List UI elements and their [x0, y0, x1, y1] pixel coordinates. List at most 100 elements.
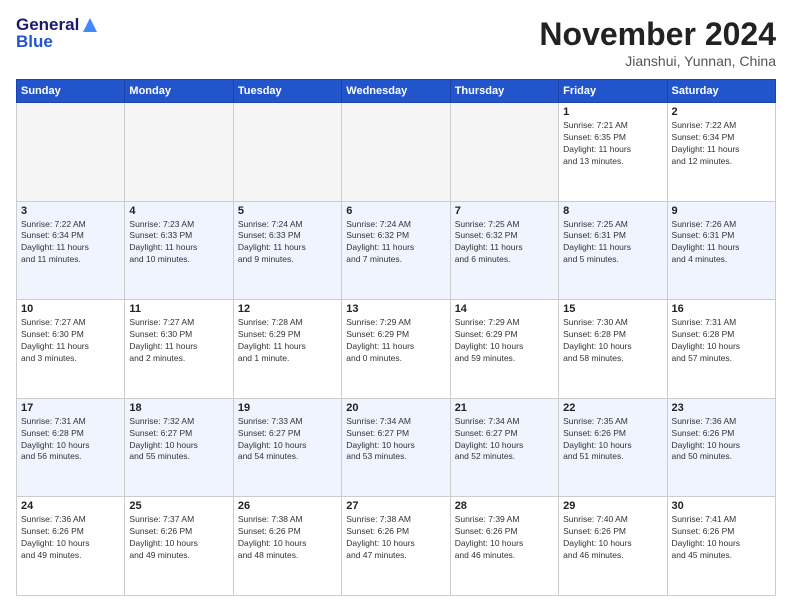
weekday-header: Tuesday	[233, 80, 341, 103]
day-number: 11	[129, 303, 228, 315]
weekday-header: Monday	[125, 80, 233, 103]
calendar-cell: 5 Sunrise: 7:24 AM Sunset: 6:33 PM Daylig…	[233, 201, 341, 300]
day-number: 14	[455, 303, 554, 315]
weekday-header: Friday	[559, 80, 667, 103]
calendar-cell	[450, 103, 558, 202]
calendar-cell: 14 Sunrise: 7:29 AM Sunset: 6:29 PM Dayli…	[450, 300, 558, 399]
calendar-cell: 29 Sunrise: 7:40 AM Sunset: 6:26 PM Dayli…	[559, 497, 667, 596]
day-info: Sunrise: 7:22 AM Sunset: 6:34 PM Dayligh…	[672, 120, 771, 168]
day-number: 17	[21, 402, 120, 414]
day-number: 21	[455, 402, 554, 414]
logo-icon	[81, 16, 99, 34]
calendar-cell: 28 Sunrise: 7:39 AM Sunset: 6:26 PM Dayli…	[450, 497, 558, 596]
day-info: Sunrise: 7:36 AM Sunset: 6:26 PM Dayligh…	[672, 416, 771, 464]
day-info: Sunrise: 7:25 AM Sunset: 6:31 PM Dayligh…	[563, 219, 662, 267]
day-info: Sunrise: 7:41 AM Sunset: 6:26 PM Dayligh…	[672, 514, 771, 562]
day-info: Sunrise: 7:40 AM Sunset: 6:26 PM Dayligh…	[563, 514, 662, 562]
title-block: November 2024 Jianshui, Yunnan, China	[539, 16, 776, 69]
day-number: 16	[672, 303, 771, 315]
calendar-week-row: 10 Sunrise: 7:27 AM Sunset: 6:30 PM Dayli…	[17, 300, 776, 399]
day-number: 15	[563, 303, 662, 315]
weekday-header: Thursday	[450, 80, 558, 103]
day-number: 18	[129, 402, 228, 414]
day-info: Sunrise: 7:21 AM Sunset: 6:35 PM Dayligh…	[563, 120, 662, 168]
calendar-cell: 6 Sunrise: 7:24 AM Sunset: 6:32 PM Daylig…	[342, 201, 450, 300]
calendar-cell	[125, 103, 233, 202]
calendar-week-row: 1 Sunrise: 7:21 AM Sunset: 6:35 PM Daylig…	[17, 103, 776, 202]
day-number: 19	[238, 402, 337, 414]
day-number: 29	[563, 500, 662, 512]
day-number: 8	[563, 205, 662, 217]
day-info: Sunrise: 7:23 AM Sunset: 6:33 PM Dayligh…	[129, 219, 228, 267]
day-number: 1	[563, 106, 662, 118]
day-number: 2	[672, 106, 771, 118]
day-info: Sunrise: 7:27 AM Sunset: 6:30 PM Dayligh…	[129, 317, 228, 365]
calendar-cell: 15 Sunrise: 7:30 AM Sunset: 6:28 PM Dayli…	[559, 300, 667, 399]
day-number: 27	[346, 500, 445, 512]
weekday-header: Sunday	[17, 80, 125, 103]
day-info: Sunrise: 7:22 AM Sunset: 6:34 PM Dayligh…	[21, 219, 120, 267]
calendar-week-row: 17 Sunrise: 7:31 AM Sunset: 6:28 PM Dayli…	[17, 398, 776, 497]
day-number: 6	[346, 205, 445, 217]
calendar-cell: 16 Sunrise: 7:31 AM Sunset: 6:28 PM Dayli…	[667, 300, 775, 399]
day-number: 7	[455, 205, 554, 217]
day-number: 22	[563, 402, 662, 414]
day-number: 25	[129, 500, 228, 512]
day-info: Sunrise: 7:27 AM Sunset: 6:30 PM Dayligh…	[21, 317, 120, 365]
day-info: Sunrise: 7:37 AM Sunset: 6:26 PM Dayligh…	[129, 514, 228, 562]
calendar-cell: 9 Sunrise: 7:26 AM Sunset: 6:31 PM Daylig…	[667, 201, 775, 300]
calendar-cell: 23 Sunrise: 7:36 AM Sunset: 6:26 PM Dayli…	[667, 398, 775, 497]
day-number: 30	[672, 500, 771, 512]
calendar-cell: 8 Sunrise: 7:25 AM Sunset: 6:31 PM Daylig…	[559, 201, 667, 300]
day-number: 20	[346, 402, 445, 414]
calendar-cell: 11 Sunrise: 7:27 AM Sunset: 6:30 PM Dayli…	[125, 300, 233, 399]
calendar-cell: 24Sunrise: 7:36 AM Sunset: 6:26 PM Dayli…	[17, 497, 125, 596]
day-number: 10	[21, 303, 120, 315]
day-info: Sunrise: 7:38 AM Sunset: 6:26 PM Dayligh…	[238, 514, 337, 562]
day-info: Sunrise: 7:28 AM Sunset: 6:29 PM Dayligh…	[238, 317, 337, 365]
calendar-cell: 17 Sunrise: 7:31 AM Sunset: 6:28 PM Dayli…	[17, 398, 125, 497]
day-info: Sunrise: 7:24 AM Sunset: 6:33 PM Dayligh…	[238, 219, 337, 267]
calendar-cell: 4Sunrise: 7:23 AM Sunset: 6:33 PM Daylig…	[125, 201, 233, 300]
day-info: Sunrise: 7:29 AM Sunset: 6:29 PM Dayligh…	[455, 317, 554, 365]
day-info: Sunrise: 7:30 AM Sunset: 6:28 PM Dayligh…	[563, 317, 662, 365]
page: General Blue November 2024 Jianshui, Yun…	[0, 0, 792, 612]
calendar-cell: 25 Sunrise: 7:37 AM Sunset: 6:26 PM Dayli…	[125, 497, 233, 596]
calendar-week-row: 24Sunrise: 7:36 AM Sunset: 6:26 PM Dayli…	[17, 497, 776, 596]
weekday-header: Saturday	[667, 80, 775, 103]
calendar-header-row: SundayMondayTuesdayWednesdayThursdayFrid…	[17, 80, 776, 103]
day-info: Sunrise: 7:24 AM Sunset: 6:32 PM Dayligh…	[346, 219, 445, 267]
day-info: Sunrise: 7:39 AM Sunset: 6:26 PM Dayligh…	[455, 514, 554, 562]
calendar-cell: 3Sunrise: 7:22 AM Sunset: 6:34 PM Daylig…	[17, 201, 125, 300]
calendar-cell	[233, 103, 341, 202]
calendar-cell: 20 Sunrise: 7:34 AM Sunset: 6:27 PM Dayli…	[342, 398, 450, 497]
day-info: Sunrise: 7:31 AM Sunset: 6:28 PM Dayligh…	[672, 317, 771, 365]
day-number: 5	[238, 205, 337, 217]
calendar-cell: 2 Sunrise: 7:22 AM Sunset: 6:34 PM Daylig…	[667, 103, 775, 202]
day-info: Sunrise: 7:34 AM Sunset: 6:27 PM Dayligh…	[346, 416, 445, 464]
calendar-cell: 30 Sunrise: 7:41 AM Sunset: 6:26 PM Dayli…	[667, 497, 775, 596]
location: Jianshui, Yunnan, China	[539, 53, 776, 69]
day-number: 23	[672, 402, 771, 414]
logo-blue: Blue	[16, 33, 99, 52]
calendar-cell: 27Sunrise: 7:38 AM Sunset: 6:26 PM Dayli…	[342, 497, 450, 596]
calendar-cell: 18Sunrise: 7:32 AM Sunset: 6:27 PM Dayli…	[125, 398, 233, 497]
day-number: 24	[21, 500, 120, 512]
day-number: 9	[672, 205, 771, 217]
day-info: Sunrise: 7:31 AM Sunset: 6:28 PM Dayligh…	[21, 416, 120, 464]
weekday-header: Wednesday	[342, 80, 450, 103]
day-info: Sunrise: 7:26 AM Sunset: 6:31 PM Dayligh…	[672, 219, 771, 267]
calendar-cell: 13Sunrise: 7:29 AM Sunset: 6:29 PM Dayli…	[342, 300, 450, 399]
day-number: 12	[238, 303, 337, 315]
calendar-cell	[342, 103, 450, 202]
day-number: 28	[455, 500, 554, 512]
day-info: Sunrise: 7:35 AM Sunset: 6:26 PM Dayligh…	[563, 416, 662, 464]
calendar-cell: 21Sunrise: 7:34 AM Sunset: 6:27 PM Dayli…	[450, 398, 558, 497]
calendar-cell: 10 Sunrise: 7:27 AM Sunset: 6:30 PM Dayli…	[17, 300, 125, 399]
day-info: Sunrise: 7:33 AM Sunset: 6:27 PM Dayligh…	[238, 416, 337, 464]
calendar-week-row: 3Sunrise: 7:22 AM Sunset: 6:34 PM Daylig…	[17, 201, 776, 300]
calendar-cell: 7Sunrise: 7:25 AM Sunset: 6:32 PM Daylig…	[450, 201, 558, 300]
calendar-cell: 19 Sunrise: 7:33 AM Sunset: 6:27 PM Dayli…	[233, 398, 341, 497]
day-info: Sunrise: 7:29 AM Sunset: 6:29 PM Dayligh…	[346, 317, 445, 365]
day-number: 26	[238, 500, 337, 512]
